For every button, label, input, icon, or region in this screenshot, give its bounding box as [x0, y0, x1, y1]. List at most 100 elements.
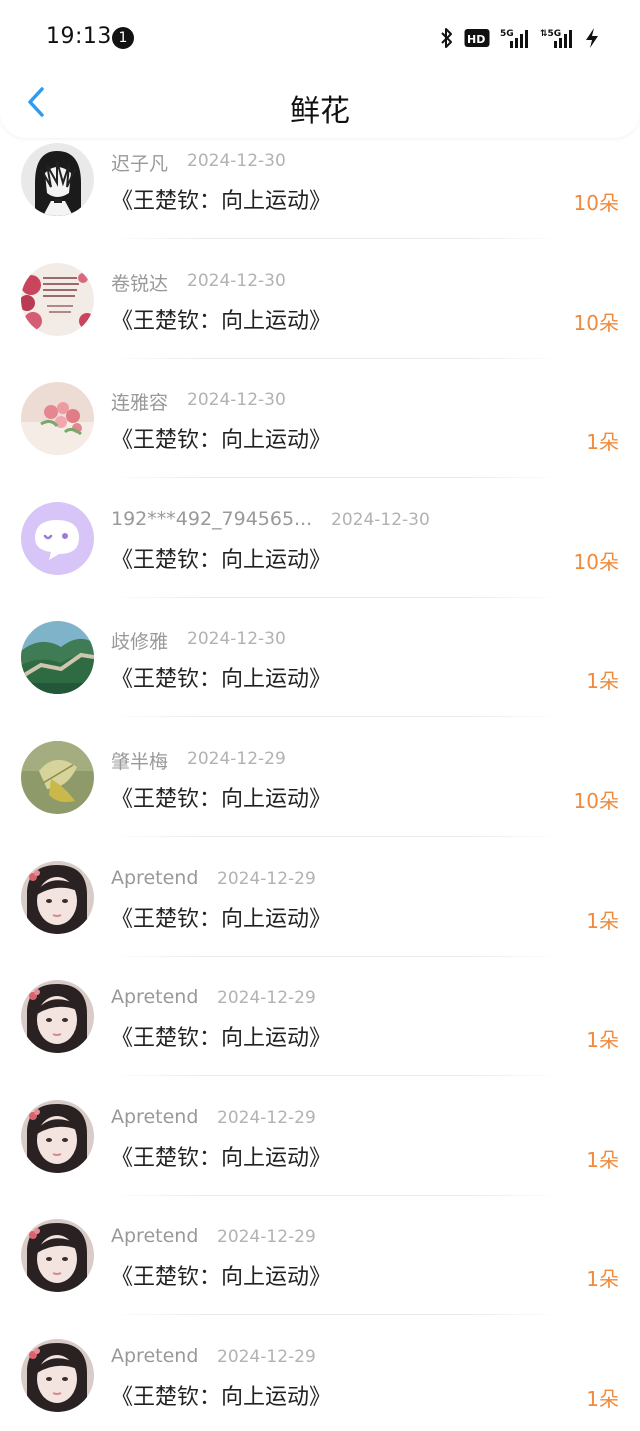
- avatar[interactable]: [21, 1219, 94, 1293]
- user-name[interactable]: 卷锐达: [111, 269, 168, 296]
- avatar[interactable]: [21, 501, 94, 575]
- flower-count: 1朵: [586, 908, 619, 933]
- gift-date: 2024-12-29: [187, 749, 286, 769]
- flower-count: 1朵: [586, 1028, 619, 1053]
- row-divider: [111, 955, 561, 957]
- list-item[interactable]: 连雅容 2024-12-30 《王楚钦：向上运动》 1朵: [0, 380, 640, 500]
- book-title: 《王楚钦：向上运动》: [111, 1385, 332, 1410]
- row-divider: [111, 1194, 561, 1196]
- gift-date: 2024-12-29: [217, 1227, 316, 1248]
- book-title: 《王楚钦：向上运动》: [111, 906, 332, 932]
- flower-count: 1朵: [586, 669, 619, 694]
- gift-date: 2024-12-29: [217, 988, 316, 1009]
- list-item[interactable]: 迟子凡 2024-12-30 《王楚钦：向上运动》 10朵: [0, 141, 640, 261]
- book-title: 《王楚钦：向上运动》: [111, 189, 332, 214]
- svg-text:5G: 5G: [500, 29, 514, 39]
- avatar[interactable]: [21, 1339, 94, 1412]
- svg-text:⇅5G: ⇅5G: [540, 29, 561, 39]
- avatar[interactable]: [21, 143, 94, 216]
- status-icons: HD 5G ⇅5G: [440, 26, 600, 50]
- row-divider: [111, 477, 561, 479]
- flower-count: 10朵: [573, 789, 619, 813]
- great-wall-avatar: [21, 621, 94, 695]
- user-name[interactable]: Apretend: [111, 1345, 198, 1367]
- girl-avatar: [21, 1219, 94, 1293]
- default-chat-avatar: [21, 501, 94, 575]
- page-title: 鲜花: [290, 94, 350, 129]
- list-item[interactable]: Apretend 2024-12-29 《王楚钦：向上运动》 1朵: [0, 1217, 640, 1337]
- avatar[interactable]: [21, 980, 94, 1054]
- row-divider: [111, 1075, 561, 1077]
- row-divider: [111, 1314, 561, 1316]
- flower-count: 1朵: [586, 1387, 619, 1411]
- girl-avatar: [21, 980, 94, 1054]
- gift-date: 2024-12-29: [217, 868, 316, 889]
- flower-count: 1朵: [586, 1267, 619, 1292]
- row-divider: [111, 357, 561, 359]
- book-title: 《王楚钦：向上运动》: [111, 1026, 332, 1052]
- book-title: 《王楚钦：向上运动》: [111, 787, 332, 812]
- svg-text:HD: HD: [467, 33, 485, 46]
- gift-date: 2024-12-30: [331, 509, 430, 530]
- flower-count: 1朵: [586, 430, 619, 455]
- user-name[interactable]: 歧修雅: [111, 627, 168, 654]
- book-title: 《王楚钦：向上运动》: [111, 1265, 332, 1291]
- signal-5g-icon: 5G: [500, 27, 530, 49]
- girl-avatar: [21, 1339, 94, 1412]
- list-item[interactable]: Apretend 2024-12-29 《王楚钦：向上运动》 1朵: [0, 859, 640, 979]
- anime-avatar: [21, 143, 94, 216]
- user-name[interactable]: Apretend: [111, 986, 198, 1008]
- flower-count: 10朵: [573, 310, 619, 335]
- signal-5g-icon: ⇅5G: [540, 27, 574, 49]
- list-item[interactable]: Apretend 2024-12-29 《王楚钦：向上运动》 1朵: [0, 978, 640, 1098]
- floral-text-avatar: [21, 262, 94, 336]
- user-name[interactable]: 肇半梅: [111, 747, 168, 774]
- user-name[interactable]: Apretend: [111, 867, 198, 889]
- header-bar: 19:13 1 HD 5G ⇅5G 鲜花: [0, 0, 640, 138]
- hd-icon: HD: [464, 28, 490, 48]
- avatar[interactable]: [21, 382, 94, 456]
- notification-count-badge: 1: [112, 27, 134, 49]
- gift-date: 2024-12-30: [187, 629, 286, 650]
- girl-avatar: [21, 1099, 94, 1173]
- bluetooth-icon: [440, 27, 454, 49]
- row-divider: [111, 238, 561, 239]
- avatar[interactable]: [21, 860, 94, 934]
- gift-date: 2024-12-30: [187, 270, 286, 291]
- list-item[interactable]: 肇半梅 2024-12-29 《王楚钦：向上运动》 10朵: [0, 739, 640, 859]
- gift-date: 2024-12-29: [217, 1107, 316, 1128]
- gift-date: 2024-12-30: [187, 390, 286, 411]
- book-title: 《王楚钦：向上运动》: [111, 667, 332, 693]
- gift-date: 2024-12-30: [187, 151, 286, 171]
- row-divider: [111, 716, 561, 718]
- book-title: 《王楚钦：向上运动》: [111, 308, 332, 334]
- avatar[interactable]: [21, 741, 94, 814]
- user-name[interactable]: Apretend: [111, 1106, 198, 1128]
- list-item[interactable]: 192***492_794565... 2024-12-30 《王楚钦：向上运动》 1…: [0, 500, 640, 620]
- row-divider: [111, 596, 561, 598]
- list-item[interactable]: Apretend 2024-12-29 《王楚钦：向上运动》 1朵: [0, 1337, 640, 1431]
- gift-date: 2024-12-29: [217, 1347, 316, 1367]
- book-title: 《王楚钦：向上运动》: [111, 428, 332, 454]
- screen: 迟子凡 2024-12-30 《王楚钦：向上运动》 10朵 卷锐达 2024-12-30 《…: [0, 0, 640, 1431]
- user-name[interactable]: 迟子凡: [111, 149, 168, 176]
- flower-avatar: [21, 382, 94, 456]
- avatar[interactable]: [21, 262, 94, 336]
- avatar[interactable]: [21, 1099, 94, 1173]
- leaf-avatar: [21, 741, 94, 814]
- flower-count: 10朵: [573, 549, 619, 574]
- flower-count: 10朵: [573, 191, 619, 215]
- list-item[interactable]: 歧修雅 2024-12-30 《王楚钦：向上运动》 1朵: [0, 619, 640, 739]
- user-name[interactable]: Apretend: [111, 1225, 198, 1247]
- list-item[interactable]: 卷锐达 2024-12-30 《王楚钦：向上运动》 10朵: [0, 261, 640, 381]
- list-item[interactable]: Apretend 2024-12-29 《王楚钦：向上运动》 1朵: [0, 1098, 640, 1218]
- row-divider: [111, 836, 561, 837]
- girl-avatar: [21, 860, 94, 934]
- status-time: 19:13: [46, 24, 112, 49]
- book-title: 《王楚钦：向上运动》: [111, 547, 332, 573]
- avatar[interactable]: [21, 621, 94, 695]
- user-name[interactable]: 192***492_794565...: [111, 508, 312, 530]
- flower-count: 1朵: [586, 1147, 619, 1172]
- user-name[interactable]: 连雅容: [111, 388, 168, 415]
- book-title: 《王楚钦：向上运动》: [111, 1145, 332, 1171]
